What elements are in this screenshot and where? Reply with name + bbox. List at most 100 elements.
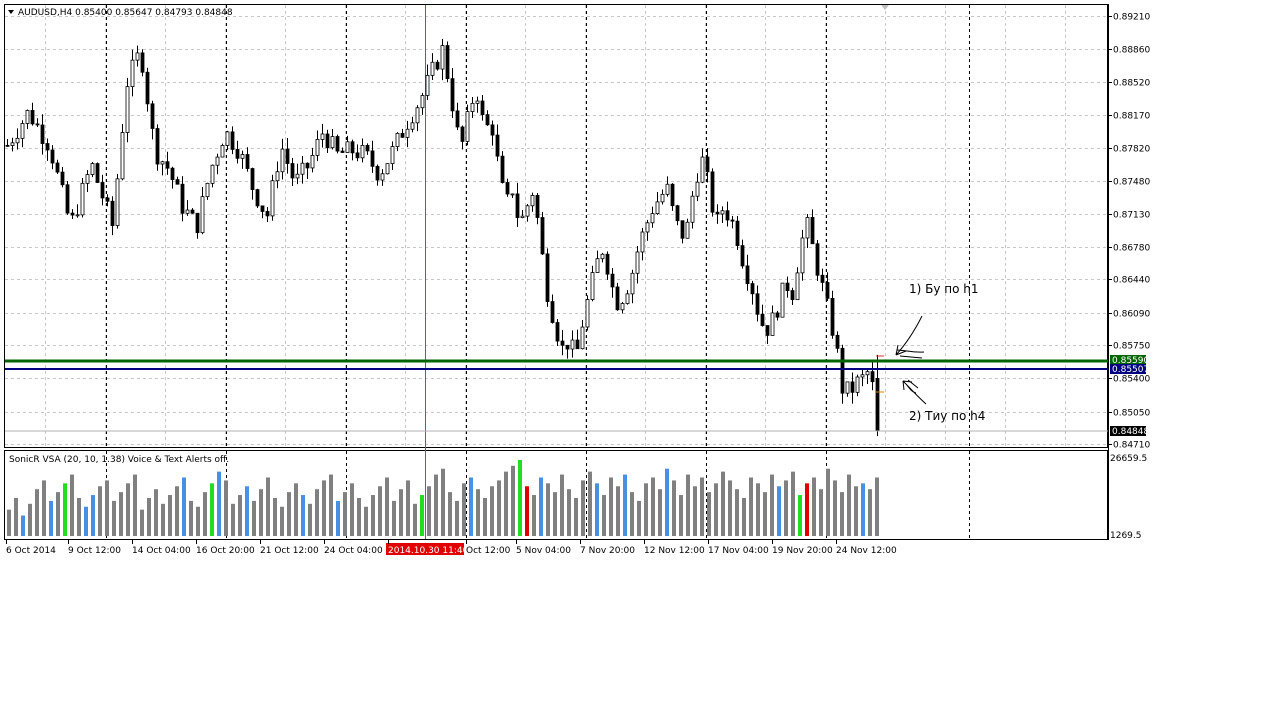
- blue-price-tag: 0.85507: [1112, 365, 1149, 375]
- volume-bar: [567, 489, 571, 536]
- candle-body: [425, 74, 430, 96]
- candle-body: [850, 381, 855, 393]
- candle-body: [20, 123, 25, 139]
- volume-bar: [469, 477, 473, 536]
- candle-body: [45, 143, 50, 151]
- candle-body: [750, 283, 755, 295]
- volume-bar: [413, 503, 417, 536]
- candle-body: [165, 161, 170, 169]
- candle-body: [730, 219, 735, 222]
- volume-bar: [777, 486, 781, 536]
- volume-bar: [714, 483, 718, 536]
- candle-body: [765, 325, 770, 336]
- volume-bar: [574, 497, 578, 536]
- volume-bar: [168, 495, 172, 536]
- time-axis: 6 Oct 2014 9 Oct 12:00 14 Oct 04:00 16 Oct …: [6, 540, 897, 556]
- candle-body: [800, 237, 805, 274]
- candle-body: [215, 156, 220, 166]
- volume-bar: [693, 486, 697, 536]
- volume-bar: [343, 492, 347, 536]
- xtick-label: 9 Oct 12:00: [68, 546, 121, 556]
- candle-body: [65, 184, 70, 214]
- candle-body: [755, 293, 760, 315]
- candle-body: [865, 371, 870, 376]
- candle-body: [210, 164, 215, 184]
- candle-body: [225, 131, 230, 146]
- symbol-header: AUDUSD,H4 0.85400 0.85647 0.84793 0.8484…: [18, 8, 233, 18]
- volume-bar: [679, 495, 683, 536]
- candle-body: [120, 132, 125, 180]
- candle-body: [640, 231, 645, 253]
- candle-body: [585, 299, 590, 328]
- volume-bar: [336, 500, 340, 536]
- volume-bar: [77, 497, 81, 536]
- xtick-label: 24 Nov 12:00: [836, 546, 897, 556]
- xtick-label: 17 Nov 04:00: [708, 546, 769, 556]
- volume-bar: [84, 506, 88, 536]
- candle-body: [370, 150, 375, 167]
- volume-bar: [476, 489, 480, 536]
- candle-body: [85, 174, 90, 184]
- candle-body: [30, 110, 35, 125]
- volume-bar: [651, 477, 655, 536]
- candle-body: [720, 210, 725, 215]
- volume-bar: [546, 483, 550, 536]
- candle-body: [55, 162, 60, 173]
- xtick-label: 7 Nov 20:00: [580, 546, 635, 556]
- xtick-label: 5 Nov 04:00: [516, 546, 571, 556]
- candle-body: [175, 179, 180, 185]
- candle-body: [415, 107, 420, 124]
- volume-bar: [203, 492, 207, 536]
- indicator-axis: 26659.5 1269.5: [1110, 454, 1147, 541]
- candle-body: [810, 217, 815, 245]
- candle-body: [330, 136, 335, 149]
- candle-body: [775, 312, 780, 318]
- candle-body: [635, 251, 640, 274]
- candle-body: [435, 61, 440, 70]
- volume-bar: [182, 477, 186, 536]
- volume-bar: [735, 489, 739, 536]
- volume-bar: [217, 471, 221, 536]
- candle-body: [530, 195, 535, 207]
- candle-body: [490, 124, 495, 136]
- volume-bar: [595, 483, 599, 536]
- xtick-label: 16 Oct 20:00: [196, 546, 255, 556]
- candle-body: [705, 156, 710, 173]
- candle-body: [525, 205, 530, 217]
- candle-body: [295, 173, 300, 179]
- candle-body: [80, 182, 85, 216]
- price-axis: 0.89210 0.88860 0.88520 0.88170 0.87820 0.874…: [1108, 13, 1150, 451]
- xtick-label: 2014.10.30 11:40: [388, 546, 469, 556]
- xtick-label: 21 Oct 12:00: [260, 546, 319, 556]
- candle-body: [515, 193, 520, 218]
- candle-body: [480, 100, 485, 116]
- volume-bar: [196, 506, 200, 536]
- candle-body: [495, 134, 500, 157]
- candle-body: [670, 183, 675, 207]
- candle-body: [870, 371, 875, 383]
- candle-body: [250, 168, 255, 190]
- volume-bar: [833, 480, 837, 536]
- volume-bar: [56, 492, 60, 536]
- candle-body: [845, 381, 850, 394]
- candle-body: [140, 52, 145, 73]
- volume-bar: [70, 474, 74, 536]
- volume-bar: [819, 489, 823, 536]
- candle-body: [465, 111, 470, 142]
- candle-body: [185, 209, 190, 214]
- candle-body: [860, 374, 865, 378]
- candle-body: [840, 347, 845, 394]
- volume-bar: [462, 483, 466, 536]
- candle-body: [555, 322, 560, 342]
- volume-bar: [273, 497, 277, 536]
- volume-bar: [420, 495, 424, 536]
- candle-body: [625, 293, 630, 304]
- candle-body: [205, 182, 210, 198]
- volume-bar: [700, 477, 704, 536]
- candle-body: [590, 272, 595, 300]
- ytick-label: 0.86090: [1113, 310, 1150, 320]
- candle-body: [290, 163, 295, 179]
- candle-body: [655, 201, 660, 215]
- volume-bar: [497, 480, 501, 536]
- candle-body: [445, 45, 450, 80]
